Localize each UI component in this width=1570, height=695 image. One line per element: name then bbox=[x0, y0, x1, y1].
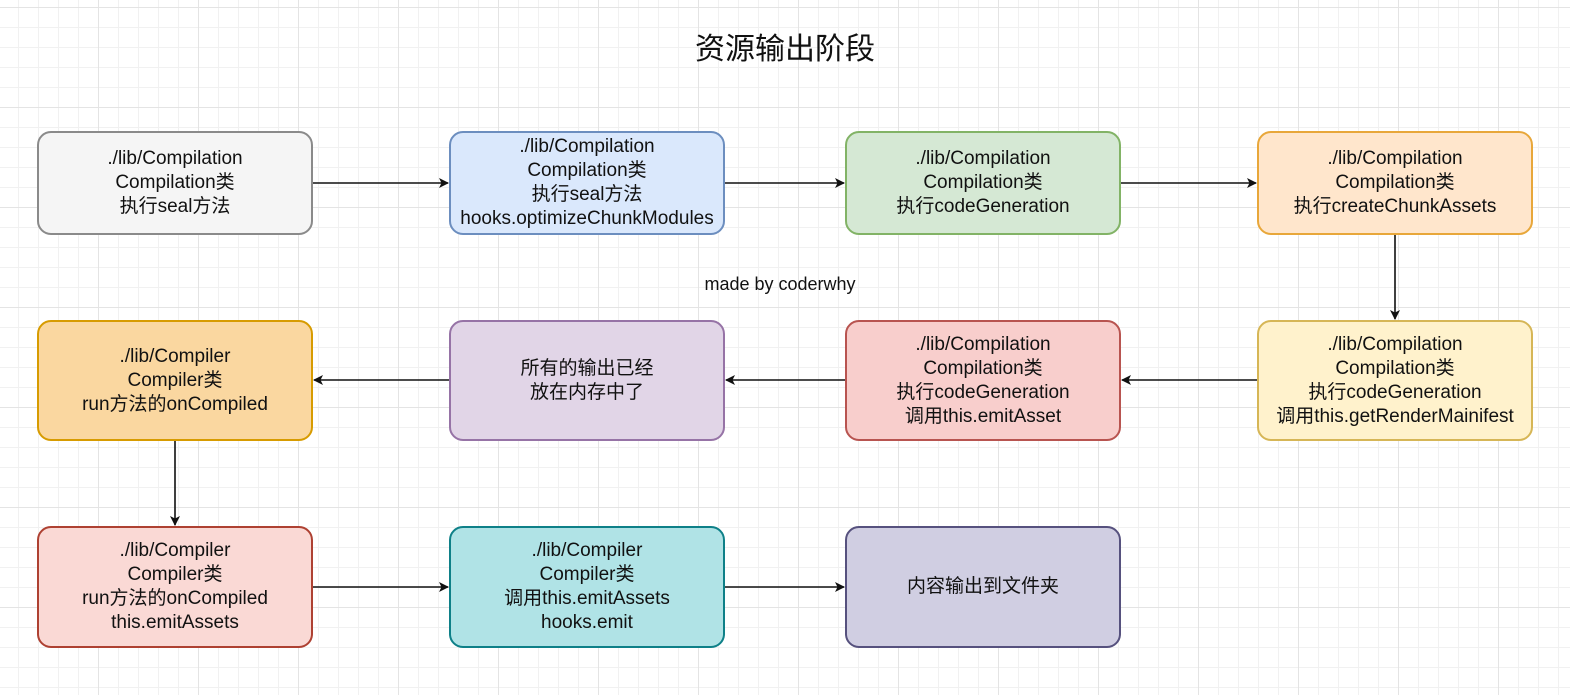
node-optimize-chunk-modules[interactable]: ./lib/Compilation Compilation类 执行seal方法 … bbox=[449, 131, 725, 235]
node-code-generation[interactable]: ./lib/Compilation Compilation类 执行codeGen… bbox=[845, 131, 1121, 235]
node-get-render-manifest[interactable]: ./lib/Compilation Compilation类 执行codeGen… bbox=[1257, 320, 1533, 441]
node-hooks-emit[interactable]: ./lib/Compiler Compiler类 调用this.emitAsse… bbox=[449, 526, 725, 648]
node-create-chunk-assets[interactable]: ./lib/Compilation Compilation类 执行createC… bbox=[1257, 131, 1533, 235]
node-label: ./lib/Compilation Compilation类 执行codeGen… bbox=[1276, 333, 1514, 427]
node-compiler-emit-assets[interactable]: ./lib/Compiler Compiler类 run方法的onCompile… bbox=[37, 526, 313, 648]
node-label: ./lib/Compilation Compilation类 执行seal方法 … bbox=[460, 136, 714, 229]
node-label: ./lib/Compiler Compiler类 调用this.emitAsse… bbox=[504, 540, 670, 633]
node-output-to-folder[interactable]: 内容输出到文件夹 bbox=[845, 526, 1121, 648]
node-compiler-on-compiled[interactable]: ./lib/Compiler Compiler类 run方法的onCompile… bbox=[37, 320, 313, 441]
node-compilation-seal[interactable]: ./lib/Compilation Compilation类 执行seal方法 bbox=[37, 131, 313, 235]
node-label: 内容输出到文件夹 bbox=[906, 576, 1059, 597]
node-output-in-memory[interactable]: 所有的输出已经 放在内存中了 bbox=[449, 320, 725, 441]
node-label: ./lib/Compilation Compilation类 执行createC… bbox=[1293, 148, 1497, 217]
node-label: 所有的输出已经 放在内存中了 bbox=[520, 357, 654, 403]
node-label: ./lib/Compilation Compilation类 执行codeGen… bbox=[896, 333, 1070, 427]
node-label: ./lib/Compiler Compiler类 run方法的onCompile… bbox=[82, 540, 268, 633]
node-emit-asset[interactable]: ./lib/Compilation Compilation类 执行codeGen… bbox=[845, 320, 1121, 441]
node-label: ./lib/Compilation Compilation类 执行seal方法 bbox=[107, 148, 243, 217]
node-label: ./lib/Compiler Compiler类 run方法的onCompile… bbox=[82, 345, 268, 415]
node-label: ./lib/Compilation Compilation类 执行codeGen… bbox=[896, 148, 1070, 217]
